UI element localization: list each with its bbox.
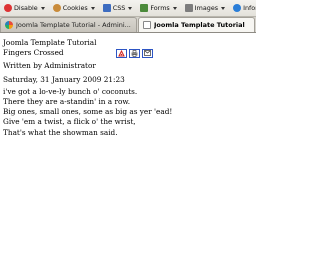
- devbar-information-menu[interactable]: Information: [231, 1, 256, 16]
- dropdown-arrow-icon: [172, 6, 177, 10]
- devbar-cookies-menu[interactable]: Cookies: [51, 1, 97, 16]
- article-body-line: That's what the showman said.: [3, 127, 118, 137]
- developer-toolbar: Disable Cookies CSS Forms Images Informa…: [0, 0, 256, 17]
- information-icon: [233, 4, 242, 12]
- print-icon[interactable]: [129, 48, 140, 58]
- article-title: Fingers Crossed: [3, 48, 64, 58]
- article-body-line: i've got a lo-ve-ly bunch o' coconuts.: [3, 86, 138, 96]
- css-icon: [102, 4, 111, 12]
- tab-joomla-admin[interactable]: Joomla Template Tutorial - Admini...: [0, 17, 137, 32]
- devbar-information-label: Information: [243, 4, 256, 12]
- article-action-icons: [116, 48, 153, 58]
- site-title: Joomla Template Tutorial: [3, 38, 97, 47]
- article-body-line: Big ones, small ones, some as big as yer…: [3, 107, 173, 117]
- page-favicon-icon: [143, 21, 151, 29]
- devbar-css-menu[interactable]: CSS: [101, 1, 135, 16]
- article-header: Fingers Crossed: [3, 48, 253, 58]
- disable-icon: [4, 4, 12, 12]
- tab-label: Joomla Template Tutorial - Admini...: [16, 21, 131, 29]
- devbar-cookies-label: Cookies: [62, 4, 88, 12]
- devbar-images-label: Images: [194, 4, 219, 12]
- pdf-icon[interactable]: [116, 48, 127, 58]
- devbar-disable-label: Disable: [14, 4, 38, 12]
- images-icon: [184, 4, 193, 12]
- cookie-icon: [52, 4, 61, 12]
- tab-joomla-template[interactable]: Joomla Template Tutorial: [138, 17, 255, 32]
- article-body: i've got a lo-ve-ly bunch o' coconuts. T…: [3, 87, 253, 138]
- tab-strip: Joomla Template Tutorial - Admini... Joo…: [0, 17, 256, 33]
- article-body-line: There they are a-standin' in a row.: [3, 97, 131, 107]
- email-icon[interactable]: [142, 48, 153, 58]
- devbar-css-label: CSS: [112, 4, 126, 12]
- devbar-disable-menu[interactable]: Disable: [2, 1, 47, 16]
- devbar-forms-label: Forms: [150, 4, 170, 12]
- forms-icon: [140, 4, 149, 12]
- devbar-forms-menu[interactable]: Forms: [138, 1, 178, 16]
- article-author: Written by Administrator: [3, 61, 96, 71]
- dropdown-arrow-icon: [40, 6, 45, 10]
- joomla-favicon-icon: [5, 21, 13, 29]
- article-date: Saturday, 31 January 2009 21:23: [3, 74, 125, 84]
- article-body-line: Give 'em a twist, a flick o' the wrist,: [3, 117, 136, 127]
- dropdown-arrow-icon: [128, 6, 133, 10]
- page-content: Joomla Template Tutorial Fingers Crossed…: [3, 38, 253, 138]
- dropdown-arrow-icon: [221, 6, 226, 10]
- devbar-images-menu[interactable]: Images: [183, 1, 227, 16]
- dropdown-arrow-icon: [90, 6, 95, 10]
- tab-label: Joomla Template Tutorial: [154, 21, 245, 29]
